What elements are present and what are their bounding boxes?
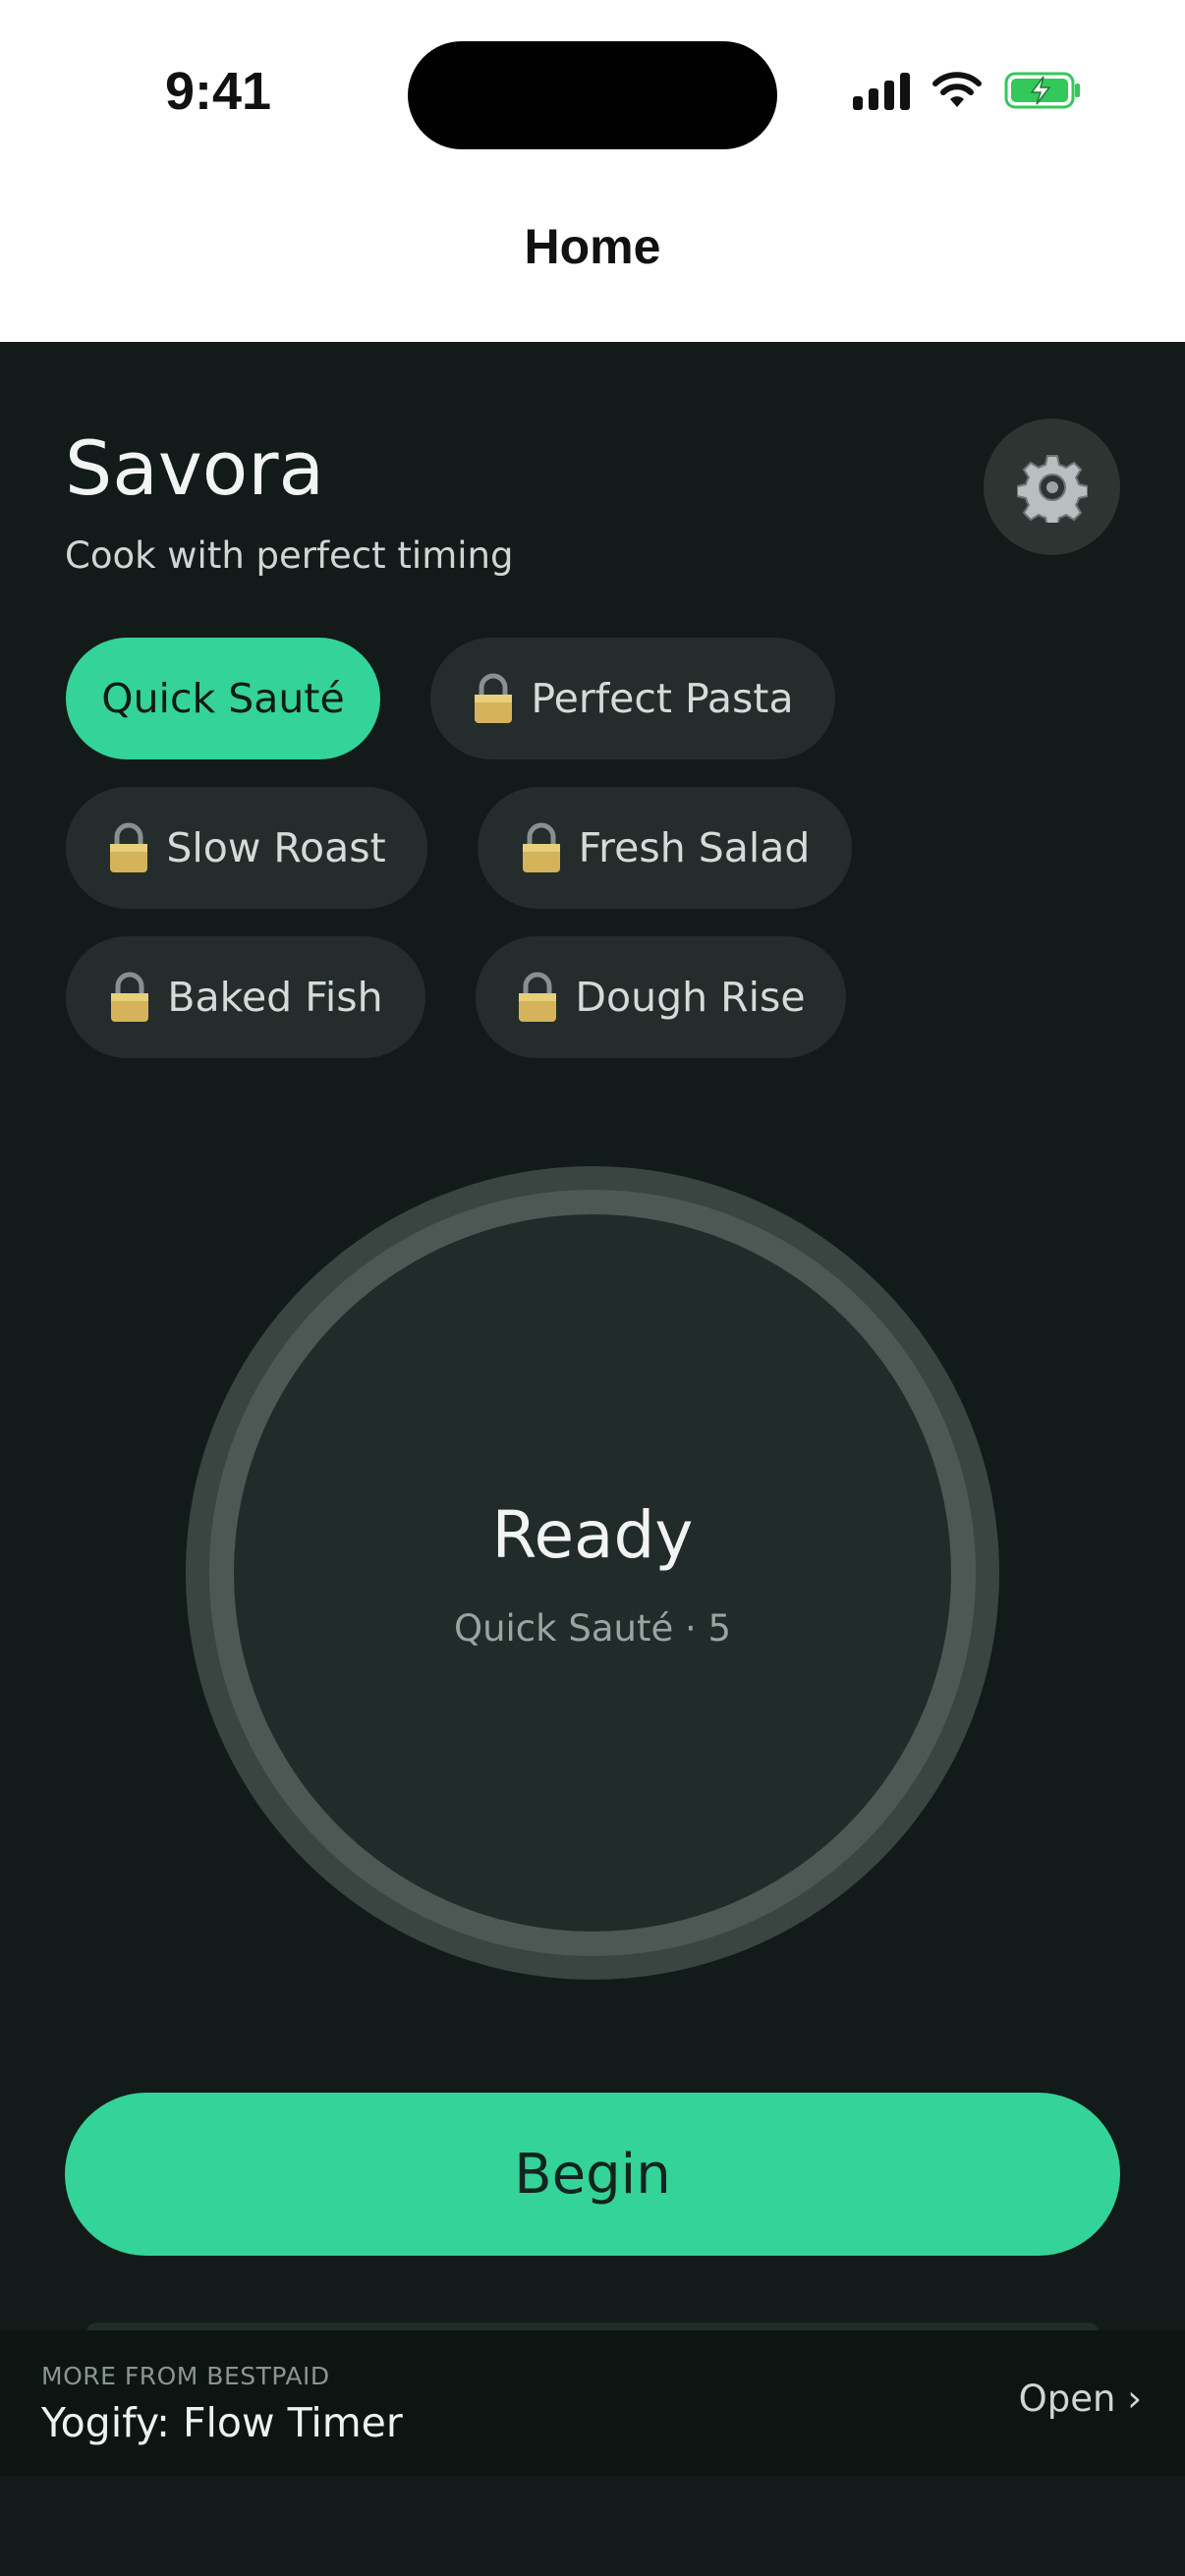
lock-icon — [110, 822, 148, 872]
preset-chip-label: Quick Sauté — [101, 675, 345, 722]
timer-face — [234, 1214, 951, 1932]
begin-button[interactable]: Begin — [65, 2093, 1120, 2256]
preset-chip-baked-fish[interactable]: Baked Fish — [66, 936, 425, 1058]
wifi-icon — [932, 72, 982, 107]
preset-chip-perfect-pasta[interactable]: Perfect Pasta — [430, 638, 835, 759]
promo-title: Yogify: Flow Timer — [41, 2399, 403, 2446]
timer-state: Ready — [491, 1497, 694, 1573]
status-time: 9:41 — [165, 62, 272, 121]
preset-chip-label: Baked Fish — [167, 974, 383, 1021]
promo-kicker: MORE FROM BESTPAID — [41, 2362, 330, 2390]
preset-chip-label: Fresh Salad — [578, 824, 811, 871]
gear-icon — [1016, 454, 1088, 523]
battery-charging-icon — [1004, 72, 1080, 109]
dynamic-island — [408, 41, 777, 149]
preset-chip-fresh-salad[interactable]: Fresh Salad — [478, 787, 852, 909]
lock-icon — [519, 972, 557, 1022]
preset-chip-label: Dough Rise — [575, 974, 806, 1021]
settings-button[interactable] — [984, 419, 1120, 555]
lock-icon — [475, 673, 513, 723]
status-icons — [853, 71, 1083, 110]
timer-detail: Quick Sauté · 5 — [453, 1607, 732, 1650]
preset-chip-dough-rise[interactable]: Dough Rise — [476, 936, 846, 1058]
preset-chip-label: Perfect Pasta — [531, 675, 794, 722]
page-title: Home — [524, 219, 661, 274]
cellular-signal-icon — [853, 71, 910, 110]
preset-chip-slow-roast[interactable]: Slow Roast — [66, 787, 427, 909]
lock-icon — [111, 972, 149, 1022]
app-title: Savora — [65, 424, 325, 512]
preset-chip-quick-saute[interactable]: Quick Sauté — [66, 638, 380, 759]
app-subtitle: Cook with perfect timing — [65, 534, 514, 577]
preset-chip-label: Slow Roast — [166, 824, 386, 871]
promo-open-link[interactable]: Open › — [1019, 2378, 1142, 2420]
lock-icon — [522, 822, 560, 872]
